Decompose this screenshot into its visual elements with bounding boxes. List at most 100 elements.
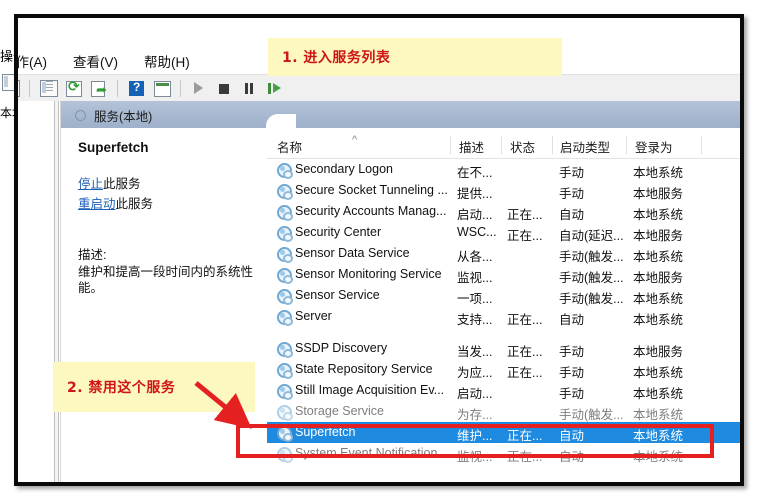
cell-description: 当发...: [457, 345, 493, 359]
table-row[interactable]: Storage Service 为存... 手动(触发... 本地系统: [267, 401, 740, 422]
cell-description: 为应...: [457, 366, 493, 380]
service-icon: [276, 225, 293, 242]
cell-logon-as: 本地系统: [633, 408, 684, 422]
cell-name: Still Image Acquisition Ev...: [295, 383, 445, 397]
cell-name: Server: [295, 309, 332, 323]
start-service-icon[interactable]: [189, 78, 210, 99]
service-icon: [276, 341, 293, 358]
service-icon: [276, 309, 293, 326]
cell-logon-as: 本地系统: [633, 366, 684, 380]
selected-service-title: Superfetch: [78, 140, 149, 155]
service-icon: [276, 183, 293, 200]
table-row[interactable]: Security Center WSC... 正在... 自动(延迟... 本地服务: [267, 222, 740, 243]
table-row[interactable]: Sensor Service 一项... 手动(触发... 本地系统: [267, 285, 740, 306]
console-title: 服务(本地): [94, 110, 153, 124]
table-row[interactable]: Secure Socket Tunneling ... 提供... 手动 本地服务: [267, 180, 740, 201]
toolbar-separator: [180, 79, 181, 97]
cell-logon-as: 本地服务: [633, 187, 684, 201]
cell-startup-type: 手动(触发...: [559, 292, 624, 306]
description-label: 描述:: [78, 248, 107, 262]
pane-splitter[interactable]: [53, 101, 60, 482]
cell-logon-as: 本地系统: [633, 208, 684, 222]
restart-service-link-row[interactable]: 重启动此服务: [78, 193, 153, 212]
column-header-description[interactable]: 描述: [459, 137, 484, 156]
table-row[interactable]: Security Accounts Manag... 启动... 正在... 自动 本地…: [267, 201, 740, 222]
cell-name: Sensor Service: [295, 288, 380, 302]
cell-description: 提供...: [457, 187, 493, 201]
cell-startup-type: 自动: [559, 313, 585, 327]
cell-description: 支持...: [457, 313, 493, 327]
cell-description: 一项...: [457, 292, 493, 306]
cell-description: 启动...: [457, 208, 493, 222]
cell-status: 正在...: [507, 345, 543, 359]
table-row[interactable]: Secondary Logon 在不... 手动 本地系统: [267, 159, 740, 180]
stop-service-link[interactable]: 停止: [78, 177, 103, 191]
services-window-frame: 操作(A) 查看(V) 帮助(H) ➦: [14, 14, 744, 486]
toolbar: ➦: [18, 74, 740, 102]
restart-service-link[interactable]: 重启动: [78, 197, 116, 211]
screenshot-root: 操作(A) 本地 操作(A) 查看(V) 帮助(H) ➦: [0, 0, 758, 500]
cell-name: Security Accounts Manag...: [295, 204, 447, 218]
pause-service-icon[interactable]: [239, 78, 260, 99]
menu-item-help[interactable]: 帮助(H): [144, 51, 190, 71]
cell-description: WSC...: [457, 225, 497, 239]
cell-name: Storage Service: [295, 404, 384, 418]
cell-logon-as: 本地服务: [633, 271, 684, 285]
table-row[interactable]: Sensor Data Service 从各... 手动(触发... 本地系统: [267, 243, 740, 264]
cell-description: 在不...: [457, 166, 493, 180]
cell-startup-type: 手动: [559, 187, 585, 201]
column-header-startup[interactable]: 启动类型: [560, 137, 610, 156]
description-text: 维护和提高一段时间内的系统性能。: [78, 265, 254, 295]
table-row[interactable]: SSDP Discovery 当发... 正在... 手动 本地服务: [267, 338, 740, 359]
menu-item-action[interactable]: 操作(A): [18, 51, 47, 71]
table-row[interactable]: Still Image Acquisition Ev... 启动... 手动 本地系统: [267, 380, 740, 401]
cell-name: Security Center: [295, 225, 382, 239]
cell-startup-type: 自动(延迟...: [559, 229, 624, 243]
cell-description: 从各...: [457, 250, 493, 264]
cell-logon-as: 本地系统: [633, 292, 684, 306]
properties-icon[interactable]: [38, 78, 59, 99]
cell-name: Sensor Data Service: [295, 246, 410, 260]
table-row[interactable]: Server 支持... 正在... 自动 本地系统: [267, 306, 740, 327]
console-title-band: 服务(本地): [61, 101, 740, 128]
cell-name: Secure Socket Tunneling ...: [295, 183, 448, 197]
column-header-name[interactable]: 名称: [277, 137, 302, 156]
help-icon[interactable]: [126, 78, 147, 99]
stop-service-icon[interactable]: [214, 78, 235, 99]
cell-status: 正在...: [507, 208, 543, 222]
cell-description: 为存...: [457, 408, 493, 422]
toolbar-separator: [117, 79, 118, 97]
table-row[interactable]: State Repository Service 为应... 正在... 手动 本地系统: [267, 359, 740, 380]
cell-startup-type: 手动: [559, 166, 585, 180]
menu-item-view[interactable]: 查看(V): [73, 51, 118, 71]
cell-name: State Repository Service: [295, 362, 433, 376]
show-action-pane-icon[interactable]: [151, 78, 172, 99]
cell-startup-type: 手动: [559, 387, 585, 401]
column-header-status[interactable]: 状态: [510, 137, 535, 156]
table-row[interactable]: Sensor Monitoring Service 监视... 手动(触发... 本地…: [267, 264, 740, 285]
cell-logon-as: 本地系统: [633, 250, 684, 264]
restart-service-suffix: 此服务: [115, 197, 154, 211]
column-header-logon[interactable]: 登录为: [635, 137, 673, 156]
export-list-icon[interactable]: ➦: [88, 78, 109, 99]
cell-startup-type: 自动: [559, 208, 585, 222]
cell-name: Secondary Logon: [295, 162, 393, 176]
cell-startup-type: 手动(触发...: [559, 408, 624, 422]
restart-service-icon[interactable]: [264, 78, 285, 99]
stop-service-link-row[interactable]: 停止此服务: [78, 173, 141, 192]
cell-logon-as: 本地服务: [633, 345, 684, 359]
cell-name: Sensor Monitoring Service: [295, 267, 442, 281]
cell-name: SSDP Discovery: [295, 341, 388, 355]
service-icon: [276, 162, 293, 179]
back-icon[interactable]: [18, 78, 21, 99]
service-icon: [276, 246, 293, 263]
refresh-icon[interactable]: [63, 78, 84, 99]
cell-status: 正在...: [507, 229, 543, 243]
service-icon: [276, 288, 293, 305]
annotation-step-2: 2. 禁用这个服务: [53, 362, 255, 412]
sort-ascending-icon: ^: [352, 134, 358, 146]
services-node-icon: [75, 110, 86, 121]
service-icon: [276, 383, 293, 400]
service-icon: [276, 404, 293, 421]
cell-startup-type: 手动: [559, 366, 585, 380]
